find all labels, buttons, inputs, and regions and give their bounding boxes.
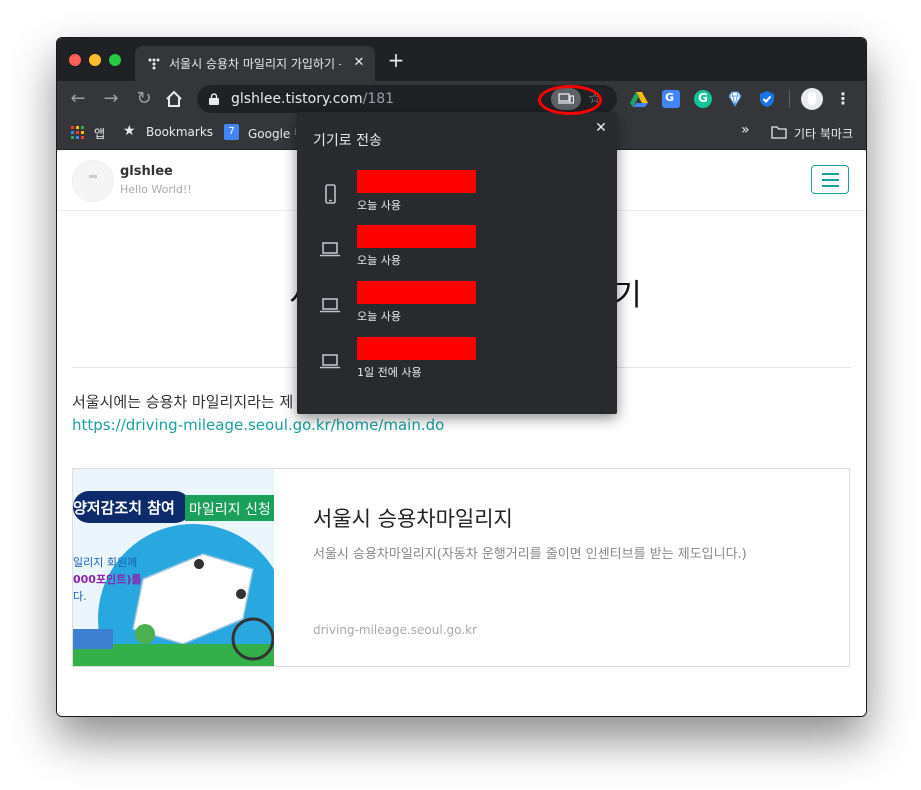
- popup-title: 기기로 전송: [313, 133, 382, 149]
- link-preview-title[interactable]: 서울시 승용차마일리지: [313, 503, 513, 533]
- url-path: /181: [362, 91, 395, 107]
- link-preview-host: driving-mileage.seoul.go.kr: [313, 623, 477, 637]
- device-row[interactable]: 오늘 사용: [297, 225, 617, 277]
- laptop-icon: [320, 298, 340, 313]
- star-icon: ★: [123, 123, 136, 139]
- device-row[interactable]: 오늘 사용: [297, 170, 617, 222]
- hamburger-menu-button[interactable]: [811, 165, 849, 194]
- browser-window: 서울시 승용차 마일리지 가입하기 - H ✕ + ← → ↻ glshlee.…: [56, 37, 867, 717]
- device-row[interactable]: 오늘 사용: [297, 281, 617, 333]
- bookmark-google-calendar[interactable]: Google 캘: [248, 125, 296, 142]
- tab-close-icon[interactable]: ✕: [351, 55, 367, 70]
- chrome-menu-icon[interactable]: ⋮: [835, 88, 851, 110]
- post-body-text: 서울시에는 승용차 마일리지라는 제: [72, 393, 294, 411]
- tab-active[interactable]: 서울시 승용차 마일리지 가입하기 - H ✕: [135, 46, 375, 81]
- bookmark-apps[interactable]: 앱: [94, 125, 105, 142]
- folder-icon: [771, 126, 787, 139]
- close-window-button[interactable]: [69, 54, 81, 66]
- laptop-icon: [320, 242, 340, 257]
- url-text: glshlee.tistory.com/181: [231, 91, 394, 107]
- device-name-redacted: [357, 337, 476, 360]
- device-last-used: 오늘 사용: [357, 254, 401, 267]
- minimize-window-button[interactable]: [89, 54, 101, 66]
- shield-extension-icon[interactable]: [758, 90, 776, 108]
- device-name-redacted: [357, 281, 476, 304]
- device-last-used: 오늘 사용: [357, 199, 401, 212]
- forward-icon[interactable]: →: [100, 88, 122, 110]
- thumbnail-text-2: 마일리지 신청: [189, 502, 271, 518]
- tistory-favicon-icon: [148, 58, 160, 70]
- bookmark-other[interactable]: 기타 북마크: [794, 125, 853, 142]
- google-calendar-icon: 7: [224, 124, 239, 140]
- google-translate-icon[interactable]: G: [662, 90, 680, 108]
- url-host: glshlee.tistory.com: [231, 91, 363, 107]
- back-icon[interactable]: ←: [67, 88, 89, 110]
- device-row[interactable]: 1일 전에 사용: [297, 337, 617, 389]
- lock-icon: [209, 93, 219, 105]
- post-title-right: 기: [614, 278, 642, 313]
- device-name-redacted: [357, 170, 476, 193]
- zoom-window-button[interactable]: [109, 54, 121, 66]
- blog-name[interactable]: glshlee: [120, 164, 173, 179]
- link-preview-description: 서울시 승용차마일리지(자동차 운행거리를 줄이면 인센티브를 받는 제도입니다…: [313, 547, 747, 562]
- annotation-highlight-circle: [538, 85, 602, 115]
- google-drive-icon[interactable]: [630, 90, 648, 108]
- new-tab-button[interactable]: +: [385, 48, 407, 72]
- thumbnail-text-1: 양저감조치 참여: [73, 499, 175, 517]
- toolbar-separator: [789, 90, 790, 108]
- laptop-icon: [320, 354, 340, 369]
- profile-avatar[interactable]: [801, 88, 823, 110]
- tab-strip: 서울시 승용차 마일리지 가입하기 - H ✕ +: [57, 38, 866, 81]
- send-to-device-popup: 기기로 전송 ✕ 오늘 사용 오늘 사용 오늘 사용 1일 전에 사용: [297, 112, 617, 414]
- bookmark-bookmarks[interactable]: Bookmarks: [146, 125, 213, 139]
- thumbnail-text-5: 다.: [73, 590, 87, 603]
- apps-grid-icon[interactable]: [71, 126, 85, 140]
- link-preview-thumbnail: 양저감조치 참여 마일리지 신청 일리지 회원께 000포인트)를 다.: [73, 469, 274, 666]
- reload-icon[interactable]: ↻: [133, 88, 155, 110]
- device-name-redacted: [357, 225, 476, 248]
- device-last-used: 오늘 사용: [357, 310, 401, 323]
- thumbnail-text-4: 000포인트)를: [73, 573, 142, 586]
- link-preview-card[interactable]: 양저감조치 참여 마일리지 신청 일리지 회원께 000포인트)를 다. 서울시…: [72, 468, 850, 667]
- popup-close-icon[interactable]: ✕: [593, 120, 609, 136]
- grammarly-icon[interactable]: G: [694, 90, 712, 108]
- phone-icon: [325, 184, 336, 204]
- blog-avatar[interactable]: [72, 160, 114, 202]
- tab-title: 서울시 승용차 마일리지 가입하기 - H: [169, 57, 341, 71]
- device-last-used: 1일 전에 사용: [357, 366, 422, 379]
- blog-description: Hello World!!: [120, 183, 192, 196]
- thumbnail-text-3: 일리지 회원께: [73, 556, 138, 569]
- bookmarks-overflow-icon[interactable]: »: [741, 122, 750, 138]
- home-icon[interactable]: [164, 89, 184, 109]
- post-body-link[interactable]: https://driving-mileage.seoul.go.kr/home…: [72, 416, 444, 434]
- diamond-extension-icon[interactable]: [726, 90, 744, 108]
